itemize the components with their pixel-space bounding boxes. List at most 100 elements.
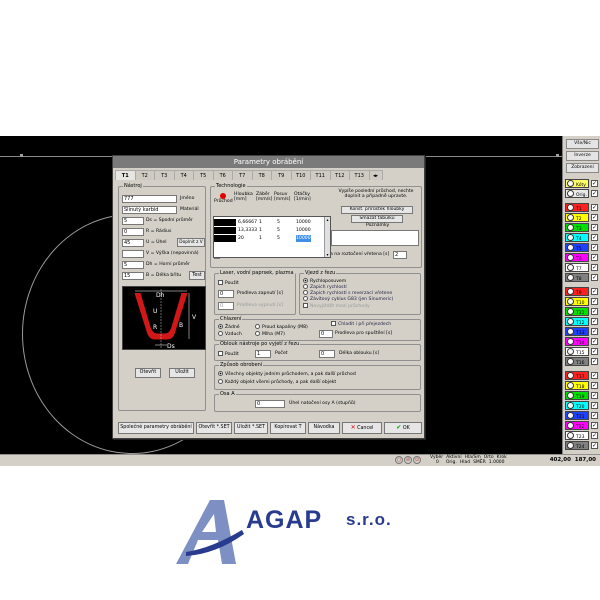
cooling-option-mist[interactable]: Mlha (M7): [255, 331, 285, 338]
tab-t9[interactable]: T9: [271, 170, 292, 180]
layer-color-swatch[interactable]: T20: [565, 401, 589, 410]
layer-color-swatch[interactable]: T21: [565, 411, 589, 420]
tab-t13[interactable]: T13: [349, 170, 370, 180]
tab-scroll-arrows-icon[interactable]: ◂▸: [368, 170, 383, 180]
layer-visible-checkbox[interactable]: ✓: [591, 422, 598, 429]
layer-visible-checkbox[interactable]: ✓: [591, 308, 598, 315]
arc-use-checkbox[interactable]: Použít: [218, 351, 239, 358]
layer-color-swatch[interactable]: T12: [565, 317, 589, 326]
layer-item-t1[interactable]: T1 ✓: [565, 203, 599, 212]
layer-visible-checkbox[interactable]: ✓: [591, 264, 598, 271]
layer-item-t4[interactable]: T4 ✓: [565, 233, 599, 242]
layer-visible-checkbox[interactable]: ✓: [591, 402, 598, 409]
layer-visible-checkbox[interactable]: ✓: [591, 328, 598, 335]
layer-color-swatch[interactable]: T23: [565, 431, 589, 440]
tab-t2[interactable]: T2: [134, 170, 155, 180]
layer-color-swatch[interactable]: T6: [565, 253, 589, 262]
layer-visible-checkbox[interactable]: ✓: [591, 382, 598, 389]
tool-material-field[interactable]: Slinutý karbid: [122, 206, 177, 214]
tool-name-field[interactable]: 777: [122, 195, 177, 203]
layer-visible-checkbox[interactable]: ✓: [591, 254, 598, 261]
layer-item-t3[interactable]: T3 ✓: [565, 223, 599, 232]
r-field[interactable]: 0: [122, 228, 144, 236]
layer-visible-checkbox[interactable]: ✓: [591, 244, 598, 251]
layer-color-swatch[interactable]: T18: [565, 381, 589, 390]
cell-engage[interactable]: 1: [259, 227, 262, 234]
cell-rpm[interactable]: 10000: [296, 235, 311, 242]
layer-item-t23[interactable]: T23 ✓: [565, 431, 599, 440]
active-layer[interactable]: Orig.: [446, 460, 457, 465]
save-tool-button[interactable]: Uložit: [169, 368, 195, 378]
layer-color-swatch[interactable]: T15: [565, 347, 589, 356]
help-button[interactable]: Návodka: [308, 422, 340, 434]
layer-item-t10[interactable]: T10 ✓: [565, 297, 599, 306]
scroll-down-icon[interactable]: ▾: [325, 252, 330, 257]
processing-option-all[interactable]: Všechny objekty jedním průchodem, a pak …: [218, 371, 356, 378]
layer-item-t12[interactable]: T12 ✓: [565, 317, 599, 326]
layer-color-swatch[interactable]: T9: [565, 287, 589, 296]
layer-item-t16[interactable]: T16 ✓: [565, 357, 599, 366]
layer-color-swatch[interactable]: T17: [565, 371, 589, 380]
layer-color-swatch[interactable]: T10: [565, 297, 589, 306]
layer-visible-checkbox[interactable]: ✓: [591, 214, 598, 221]
layer-color-swatch[interactable]: T2: [565, 213, 589, 222]
layer-color-swatch[interactable]: Kóty: [565, 179, 589, 188]
layer-item-t13[interactable]: T13 ✓: [565, 327, 599, 336]
layer-visible-checkbox[interactable]: ✓: [591, 274, 598, 281]
display-button[interactable]: Zobrazení: [566, 163, 599, 173]
u-field[interactable]: 45: [122, 239, 144, 247]
layer-visible-checkbox[interactable]: ✓: [591, 288, 598, 295]
ds-field[interactable]: 5: [122, 217, 144, 225]
laser-on-delay-field[interactable]: 0: [218, 290, 234, 298]
cell-depth[interactable]: 6,66667: [238, 219, 257, 226]
layer-item-t19[interactable]: T19 ✓: [565, 391, 599, 400]
tab-t1[interactable]: T1: [115, 170, 136, 180]
target-icon[interactable]: ⊘: [404, 456, 412, 464]
layer-item-kóty[interactable]: Kóty ✓: [565, 179, 599, 188]
all-none-button[interactable]: Vše/Nic: [566, 139, 599, 149]
dh-field[interactable]: 5: [122, 261, 144, 269]
tab-t4[interactable]: T4: [173, 170, 194, 180]
laser-off-delay-field[interactable]: 0: [218, 302, 234, 310]
layer-item-t24[interactable]: T24 ✓: [565, 441, 599, 450]
ok-button[interactable]: ✔ OK: [384, 422, 422, 434]
layer-visible-checkbox[interactable]: ✓: [591, 190, 598, 197]
cell-rpm[interactable]: 10000: [296, 219, 311, 226]
layer-color-swatch[interactable]: T24: [565, 441, 589, 450]
layer-item-t21[interactable]: T21 ✓: [565, 411, 599, 420]
cool-transit-checkbox[interactable]: Chladit i při přejezdech: [331, 321, 391, 328]
cool-delay-field[interactable]: 0: [319, 330, 333, 338]
layer-color-swatch[interactable]: T22: [565, 421, 589, 430]
copy-tool-button[interactable]: Kopírovat T: [270, 422, 306, 434]
smooth-mode[interactable]: Hlad: [460, 460, 470, 465]
passes-table[interactable]: 6,66667 1 5 10000 13,3333 1 5 10000 20 1 5 10000 ▴ ▾: [213, 216, 331, 258]
tab-t8[interactable]: T8: [251, 170, 272, 180]
layer-visible-checkbox[interactable]: ✓: [591, 432, 598, 439]
layer-item-t5[interactable]: T5 ✓: [565, 243, 599, 252]
open-tool-button[interactable]: Otevřít: [135, 368, 161, 378]
tab-t3[interactable]: T3: [154, 170, 175, 180]
layer-item-t7[interactable]: T7 ✓: [565, 263, 599, 272]
tab-t6[interactable]: T6: [212, 170, 233, 180]
notes-field[interactable]: [331, 230, 419, 246]
layer-visible-checkbox[interactable]: ✓: [591, 442, 598, 449]
layer-color-swatch[interactable]: T7: [565, 263, 589, 272]
laser-use-checkbox[interactable]: Použít: [218, 280, 239, 287]
arc-length-field[interactable]: 0: [319, 350, 335, 358]
tab-t11[interactable]: T11: [310, 170, 331, 180]
layer-visible-checkbox[interactable]: ✓: [591, 392, 598, 399]
scroll-up-icon[interactable]: ▴: [325, 217, 330, 222]
layer-visible-checkbox[interactable]: ✓: [591, 348, 598, 355]
layer-item-t6[interactable]: T6 ✓: [565, 253, 599, 262]
table-scrollbar[interactable]: ▴ ▾: [324, 217, 330, 257]
layer-color-swatch[interactable]: T1: [565, 203, 589, 212]
layer-item-orig.[interactable]: Orig. ✓: [565, 189, 599, 198]
test-button[interactable]: Test: [189, 271, 205, 280]
tab-t5[interactable]: T5: [193, 170, 214, 180]
layer-color-swatch[interactable]: T13: [565, 327, 589, 336]
layer-color-swatch[interactable]: T4: [565, 233, 589, 242]
table-row[interactable]: 6,66667 1 5 10000: [214, 219, 324, 226]
entry-option-g83[interactable]: Závitový cyklus G83 (jen Sinumeric): [303, 296, 393, 303]
invert-button[interactable]: Inverze: [566, 151, 599, 161]
fill-from-v-button[interactable]: Doplnit z V: [177, 238, 205, 247]
